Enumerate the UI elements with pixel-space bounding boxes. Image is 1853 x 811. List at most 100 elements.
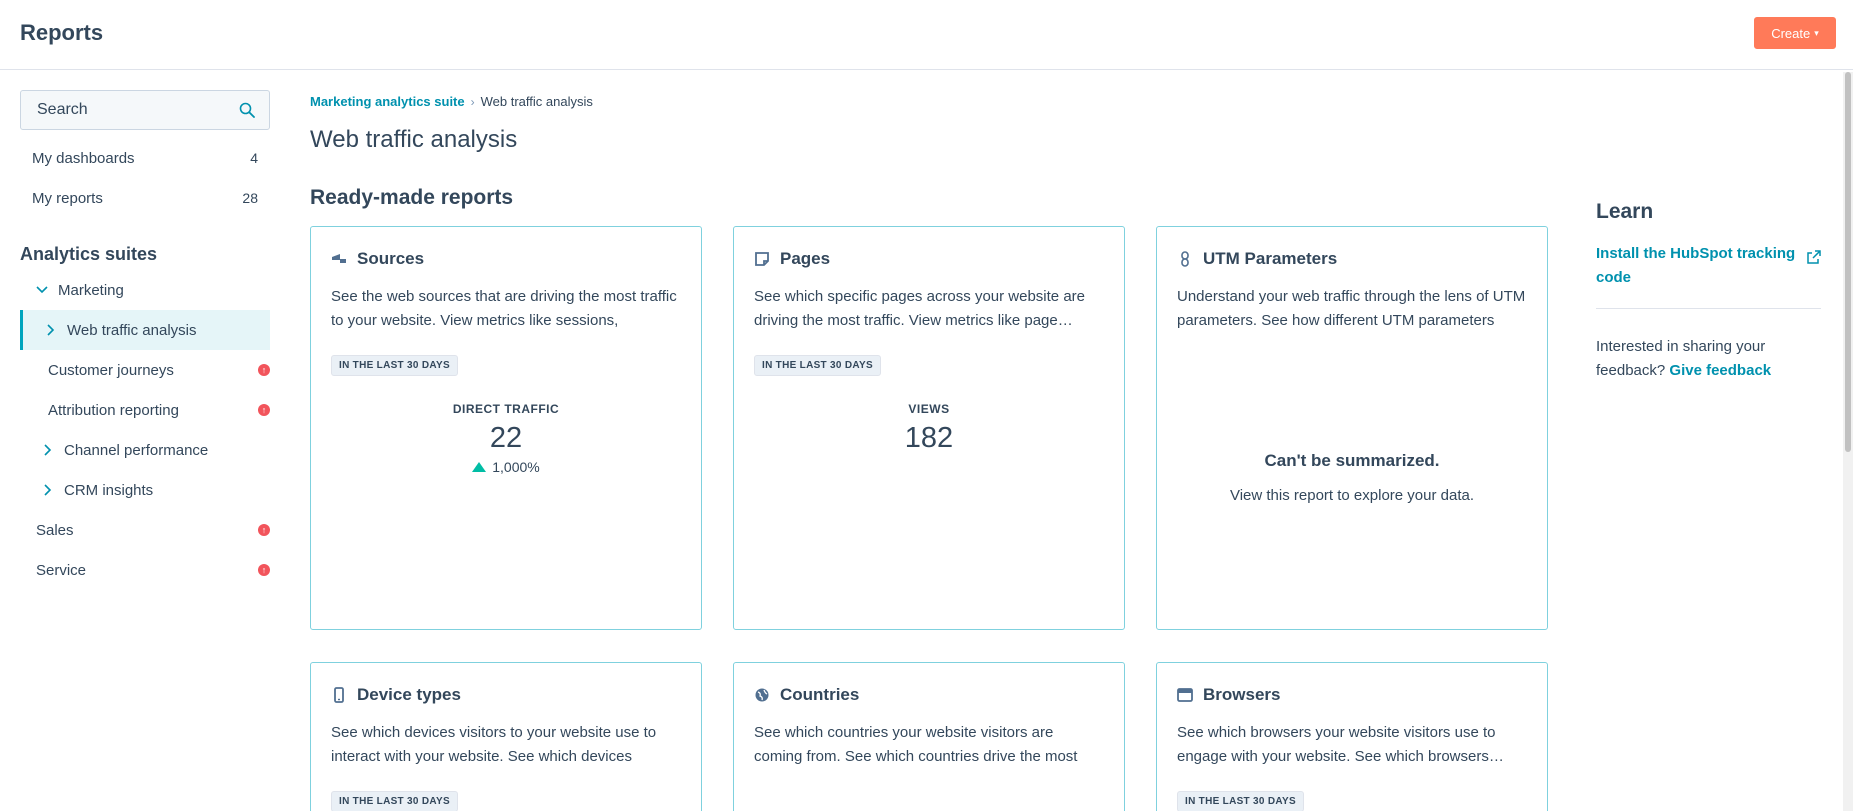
learn-link-label: Install the HubSpot tracking code bbox=[1596, 245, 1796, 286]
metric-summary: DIRECT TRAFFIC 22 1,000% bbox=[331, 402, 681, 475]
date-range-badge: IN THE LAST 30 DAYS bbox=[331, 791, 458, 811]
ready-made-reports-heading: Ready-made reports bbox=[310, 186, 514, 209]
upgrade-icon: ↑ bbox=[258, 564, 270, 576]
no-summary-message: Can't be summarized. View this report to… bbox=[1177, 451, 1527, 504]
sidebar-item-label: CRM insights bbox=[64, 481, 154, 499]
card-description: See which specific pages across your web… bbox=[754, 288, 1085, 329]
card-header: Device types bbox=[331, 683, 681, 707]
search-input[interactable] bbox=[21, 91, 231, 129]
sidebar-item-crm-insights[interactable]: CRM insights bbox=[20, 470, 270, 510]
breadcrumb-parent-link[interactable]: Marketing analytics suite bbox=[310, 94, 465, 109]
metric-value: 22 bbox=[489, 422, 523, 454]
analytics-suites-title: Analytics suites bbox=[20, 243, 158, 264]
card-header: Browsers bbox=[1177, 683, 1527, 707]
sidebar-item-marketing[interactable]: Marketing bbox=[20, 270, 270, 310]
sidebar-item-label: Attribution reporting bbox=[48, 401, 179, 419]
no-summary-title: Can't be summarized. bbox=[1264, 451, 1440, 470]
caret-down-icon: ▾ bbox=[1814, 27, 1819, 38]
sidebar-item-web-traffic-analysis[interactable]: Web traffic analysis bbox=[20, 310, 270, 350]
card-title: UTM Parameters bbox=[1203, 249, 1338, 268]
metric-label: DIRECT TRAFFIC bbox=[452, 402, 560, 416]
sidebar-item-my-dashboards[interactable]: My dashboards 4 bbox=[20, 138, 270, 178]
search-box bbox=[20, 90, 270, 130]
date-range-badge: IN THE LAST 30 DAYS bbox=[754, 355, 881, 376]
sidebar-item-label: Marketing bbox=[58, 281, 124, 299]
card-title: Sources bbox=[357, 249, 425, 268]
sources-icon bbox=[332, 254, 346, 263]
card-title: Countries bbox=[780, 685, 860, 704]
link-icon bbox=[1181, 251, 1189, 267]
page-scrollbar[interactable] bbox=[1843, 72, 1853, 811]
date-range-badge: IN THE LAST 30 DAYS bbox=[1177, 791, 1304, 811]
no-summary-subtitle: View this report to explore your data. bbox=[1229, 487, 1475, 504]
card-title: Browsers bbox=[1203, 685, 1281, 704]
card-description: Understand your web traffic through the … bbox=[1177, 288, 1526, 329]
sidebar-item-label: My reports bbox=[32, 189, 103, 207]
my-items-list: My dashboards 4 My reports 28 bbox=[20, 138, 270, 218]
scrollbar-thumb[interactable] bbox=[1845, 72, 1851, 452]
metric-label: VIEWS bbox=[908, 402, 950, 416]
report-card-browsers[interactable]: Browsers See which browsers your website… bbox=[1156, 662, 1548, 811]
sidebar: My dashboards 4 My reports 28 Analytics … bbox=[20, 90, 270, 590]
pages-icon bbox=[755, 252, 769, 266]
report-card-utm-parameters[interactable]: UTM Parameters Understand your web traff… bbox=[1156, 226, 1548, 630]
sidebar-item-service[interactable]: Service ↑ bbox=[20, 550, 270, 590]
trend-up-icon bbox=[472, 462, 487, 472]
sidebar-item-label: Channel performance bbox=[64, 441, 209, 459]
upgrade-icon: ↑ bbox=[258, 404, 270, 416]
chevron-right-icon bbox=[44, 484, 52, 496]
metric-change: 1,000% bbox=[331, 459, 681, 475]
create-button[interactable]: Create ▾ bbox=[1754, 17, 1836, 49]
report-card-pages[interactable]: Pages See which specific pages across yo… bbox=[733, 226, 1125, 630]
divider bbox=[1596, 308, 1821, 309]
give-feedback-link[interactable]: Give feedback bbox=[1669, 362, 1771, 379]
create-button-label: Create bbox=[1771, 25, 1811, 41]
sidebar-item-my-reports[interactable]: My reports 28 bbox=[20, 178, 270, 218]
dashboard-count: 4 bbox=[250, 150, 258, 166]
card-header: Countries bbox=[754, 683, 1104, 707]
feedback-prompt: Interested in sharing your feedback? Giv… bbox=[1596, 335, 1821, 383]
metric-change-value: 1,000% bbox=[492, 459, 540, 475]
sidebar-item-channel-performance[interactable]: Channel performance bbox=[20, 430, 270, 470]
sidebar-item-label: My dashboards bbox=[32, 149, 135, 167]
upgrade-icon: ↑ bbox=[258, 524, 270, 536]
card-description: See which devices visitors to your websi… bbox=[331, 724, 657, 765]
page-title: Web traffic analysis bbox=[310, 126, 518, 153]
metric-summary: VIEWS 182 bbox=[754, 402, 1104, 455]
top-bar: Reports Create ▾ bbox=[0, 0, 1853, 70]
breadcrumb-current: Web traffic analysis bbox=[480, 94, 593, 109]
chevron-right-icon: › bbox=[470, 94, 475, 109]
upgrade-icon: ↑ bbox=[258, 364, 270, 376]
card-header: UTM Parameters bbox=[1177, 247, 1527, 271]
sidebar-item-label: Sales bbox=[36, 521, 74, 539]
install-tracking-code-link[interactable]: Install the HubSpot tracking code bbox=[1596, 242, 1821, 290]
card-description: See which countries your website visitor… bbox=[754, 724, 1078, 765]
sidebar-item-customer-journeys[interactable]: Customer journeys ↑ bbox=[20, 350, 270, 390]
device-icon bbox=[334, 687, 344, 703]
report-card-device-types[interactable]: Device types See which devices visitors … bbox=[310, 662, 702, 811]
sidebar-item-label: Web traffic analysis bbox=[67, 321, 197, 339]
report-card-sources[interactable]: Sources See the web sources that are dri… bbox=[310, 226, 702, 630]
date-range-badge: IN THE LAST 30 DAYS bbox=[331, 355, 458, 376]
card-title: Pages bbox=[780, 249, 831, 268]
card-description: See which browsers your website visitors… bbox=[1177, 724, 1504, 765]
sidebar-item-label: Service bbox=[36, 561, 87, 579]
report-card-countries[interactable]: Countries See which countries your websi… bbox=[733, 662, 1125, 811]
search-icon[interactable] bbox=[239, 102, 255, 118]
chevron-down-icon bbox=[36, 286, 48, 294]
card-header: Sources bbox=[331, 247, 681, 271]
breadcrumb: Marketing analytics suite › Web traffic … bbox=[310, 94, 593, 109]
card-header: Pages bbox=[754, 247, 1104, 271]
card-description: See the web sources that are driving the… bbox=[331, 288, 677, 329]
external-link-icon bbox=[1807, 250, 1821, 264]
metric-value: 182 bbox=[904, 422, 954, 454]
globe-icon bbox=[755, 688, 769, 702]
sidebar-item-attribution-reporting[interactable]: Attribution reporting ↑ bbox=[20, 390, 270, 430]
learn-title: Learn bbox=[1596, 200, 1654, 223]
report-count: 28 bbox=[242, 190, 258, 206]
browser-icon bbox=[1177, 688, 1193, 702]
sidebar-item-sales[interactable]: Sales ↑ bbox=[20, 510, 270, 550]
sidebar-item-label: Customer journeys bbox=[48, 361, 174, 379]
chevron-right-icon bbox=[47, 324, 55, 336]
chevron-right-icon bbox=[44, 444, 52, 456]
